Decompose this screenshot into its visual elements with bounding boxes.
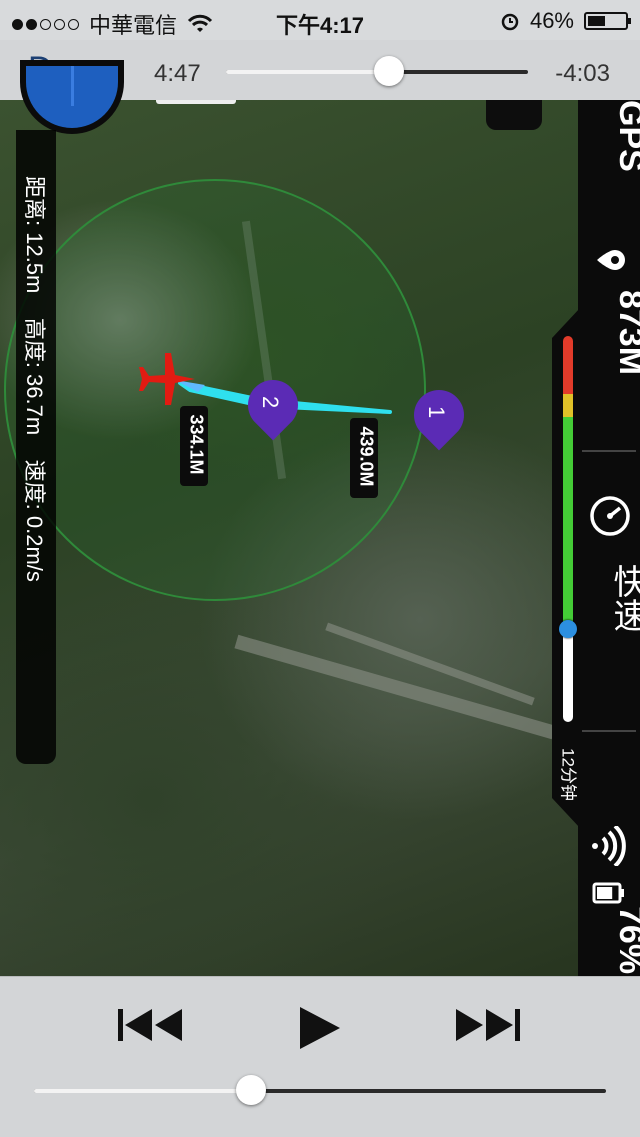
next-button[interactable] [454,1005,522,1048]
flight-mode-label: 快速 [608,564,640,632]
volume-thumb[interactable] [236,1075,267,1105]
flight-mode-badge[interactable]: 快速 [580,460,640,678]
previous-button[interactable] [116,1005,184,1048]
remaining-time: -4:03 [555,60,610,87]
battery-percent: 46% [529,8,574,33]
waypoint-label: 2 [258,396,284,409]
signal-strength-icon [592,826,626,866]
distance-tag: 334.1M [180,406,208,486]
distance-value: 334.1M [186,414,207,475]
previous-track-icon [118,1009,182,1041]
aircraft-icon [139,353,195,405]
distance-tag: 439.0M [350,418,378,498]
telemetry-panel: 距离: 12.5m 高度: 36.7m 速度: 0.2m/s [16,130,56,764]
speedometer-icon [590,496,630,536]
flight-timer-label: 12分钟 [558,748,578,801]
alarm-icon [501,13,519,31]
home-altitude-value: 873M [612,290,640,376]
waypoint-label: 1 [424,406,450,419]
top-panel-tab[interactable] [156,100,236,104]
gps-label: GPS [612,100,640,172]
elapsed-time: 4:47 [154,60,201,87]
aircraft-battery-icon [592,882,624,904]
telemetry-readout: 距离: 12.5m 高度: 36.7m 速度: 0.2m/s [20,176,52,716]
speed-readout: 速度: 0.2m/s [22,459,47,582]
divider [582,730,636,732]
divider [582,450,636,452]
home-altitude-icon [597,250,625,270]
right-panel-tab[interactable] [486,100,542,130]
volume-slider[interactable] [34,1075,606,1105]
flight-timer: 12分钟 [548,740,588,810]
altitude-readout: 高度: 36.7m [22,317,47,436]
scrubber-played-track [226,70,390,74]
play-button[interactable] [296,1005,342,1054]
battery-icon [584,12,631,30]
next-track-icon [456,1009,520,1041]
distance-value: 439.0M [356,426,377,487]
play-icon [300,1007,340,1049]
scrubber-thumb[interactable] [374,56,405,86]
playback-scrubber[interactable] [226,56,528,86]
flight-overlay [4,179,426,601]
volume-level [34,1089,252,1093]
aircraft-battery-percent: 76% [612,906,640,975]
distance-readout: 距离: 12.5m [22,176,47,294]
satellite-map[interactable]: 2 1 334.1M 439.0M [0,100,580,976]
playback-controls [0,976,640,1137]
altitude-gauge [563,336,573,722]
status-bar: 中華電信 下午4:17 46% [0,0,640,40]
